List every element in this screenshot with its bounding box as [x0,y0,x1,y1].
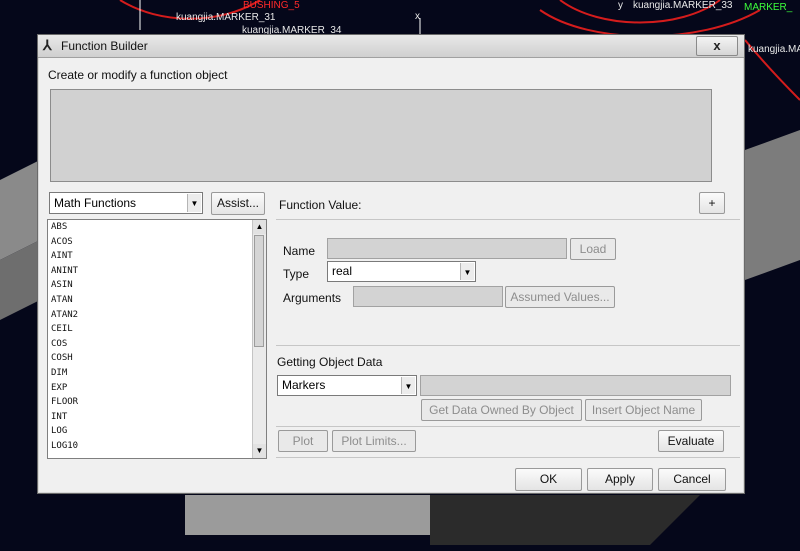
chevron-down-icon: ▼ [460,263,474,280]
plot-limits-button[interactable]: Plot Limits... [332,430,416,452]
list-item[interactable]: FLOOR [48,395,266,410]
object-type-select-value: Markers [282,378,326,392]
assist-button[interactable]: Assist... [211,192,265,215]
description-label: Create or modify a function object [48,68,228,82]
list-item[interactable]: DIM [48,366,266,381]
list-item[interactable]: ASIN [48,278,266,293]
cancel-button[interactable]: Cancel [658,468,726,491]
plus-button[interactable]: + [699,192,725,214]
function-list-items: ABS ACOS AINT ANINT ASIN ATAN ATAN2 CEIL… [48,220,266,454]
list-item[interactable]: LOG [48,424,266,439]
axis-label: y [618,0,623,11]
arguments-field[interactable] [353,286,503,307]
name-label: Name [283,244,316,258]
getting-object-data-label: Getting Object Data [277,355,383,369]
bushing-label: BUSHING_5 [243,0,300,11]
type-select-value: real [332,264,353,278]
app-icon: ⅄ [43,37,52,53]
apply-button[interactable]: Apply [587,468,653,491]
category-select[interactable]: Math Functions ▼ [49,192,203,214]
scroll-up-icon[interactable]: ▲ [253,220,266,234]
name-field[interactable] [327,238,567,259]
function-value-label: Function Value: [279,198,362,212]
get-data-owned-by-object-button[interactable]: Get Data Owned By Object [421,399,582,421]
close-button[interactable]: x [696,36,738,56]
scroll-thumb[interactable] [254,235,264,347]
scroll-down-icon[interactable]: ▼ [253,444,266,458]
category-select-value: Math Functions [54,196,137,210]
list-scrollbar[interactable]: ▲ ▼ [252,220,266,458]
list-item[interactable]: LOG10 [48,439,266,454]
list-item[interactable]: ABS [48,220,266,235]
object-name-field[interactable] [420,375,731,396]
list-item[interactable]: ATAN [48,293,266,308]
separator [276,219,740,220]
function-builder-dialog: ⅄ Function Builder x Create or modify a … [37,34,745,494]
separator [276,345,740,346]
type-label: Type [283,267,310,281]
function-text-area[interactable] [50,89,712,182]
object-type-select[interactable]: Markers ▼ [277,375,417,396]
type-select[interactable]: real ▼ [327,261,476,282]
title-bar[interactable]: ⅄ Function Builder x [38,35,744,58]
plot-button[interactable]: Plot [278,430,328,452]
insert-object-name-button[interactable]: Insert Object Name [585,399,702,421]
list-item[interactable]: EXP [48,381,266,396]
list-item[interactable]: COS [48,337,266,352]
evaluate-button[interactable]: Evaluate [658,430,724,452]
arguments-label: Arguments [283,291,342,305]
separator [276,457,740,458]
list-item[interactable]: INT [48,410,266,425]
window-title: Function Builder [61,39,148,53]
separator [276,426,740,427]
assumed-values-button[interactable]: Assumed Values... [505,286,615,308]
list-item[interactable]: COSH [48,351,266,366]
marker-label: MARKER_ [744,2,793,13]
marker-label: kuangjia.MARKER_33 [633,0,733,11]
list-item[interactable]: AINT [48,249,266,264]
marker-label: kuangjia.MARKER_31 [176,12,276,23]
chevron-down-icon: ▼ [401,377,415,394]
ok-button[interactable]: OK [515,468,582,491]
axis-label: x [415,11,420,22]
marker-label: kuangjia.MARKE [748,44,800,55]
list-item[interactable]: ATAN2 [48,308,266,323]
list-item[interactable]: ACOS [48,235,266,250]
load-button[interactable]: Load [570,238,616,260]
list-item[interactable]: CEIL [48,322,266,337]
function-list[interactable]: ABS ACOS AINT ANINT ASIN ATAN ATAN2 CEIL… [47,219,267,459]
list-item[interactable]: ANINT [48,264,266,279]
chevron-down-icon: ▼ [187,194,201,212]
